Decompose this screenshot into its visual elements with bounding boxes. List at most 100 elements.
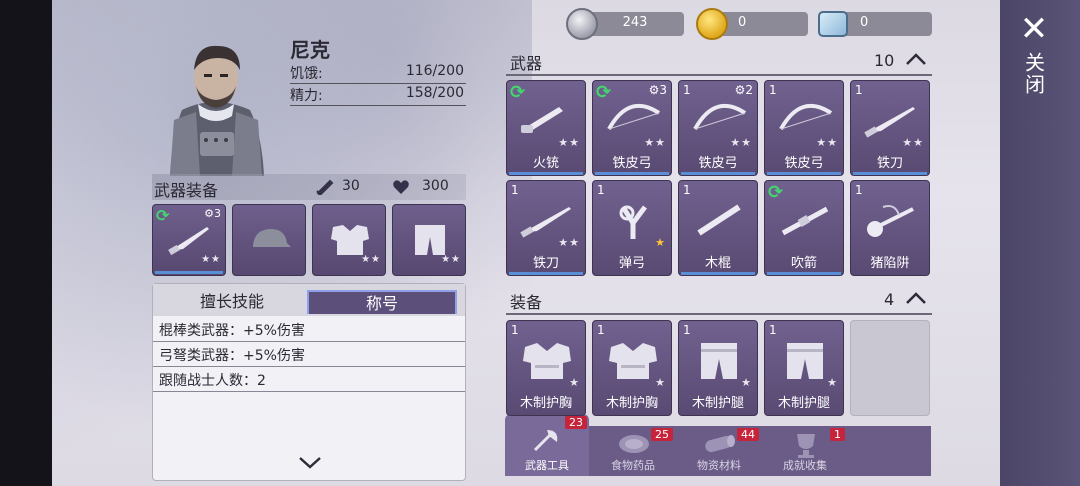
item-card[interactable]: 1 ★ 木制护腿 — [764, 320, 844, 416]
item-card[interactable]: 1 ★★ 铁刀 — [850, 80, 930, 176]
tab-label: 物资材料 — [697, 459, 741, 472]
item-name: 猪陷阱 — [870, 256, 910, 271]
tab-label: 成就收集 — [783, 459, 827, 472]
weapons-title: 武器 — [510, 54, 543, 73]
item-name: 吹箭 — [790, 256, 817, 271]
tab-weapons-tools[interactable]: 23 武器工具 — [505, 414, 589, 476]
rating-stars: ★ — [655, 236, 666, 249]
item-card[interactable]: 1 ★ 木制护胸 — [506, 320, 586, 416]
durability-bar — [509, 172, 583, 175]
equip-slot-head[interactable] — [232, 204, 306, 276]
chevron-up-icon — [906, 53, 927, 65]
stick-icon — [697, 204, 741, 236]
weapons-collapse[interactable]: 10 — [874, 51, 927, 70]
rating-stars: ★★ — [441, 254, 461, 265]
item-card[interactable]: 1 ★ 弹弓 — [592, 180, 672, 276]
rating-stars: ★★ — [730, 136, 752, 149]
durability-bar — [767, 172, 841, 175]
tab-materials[interactable]: 44 物资材料 — [677, 426, 761, 476]
item-name: 铁皮弓 — [698, 156, 738, 171]
equipment-title: 武器装备 — [154, 181, 219, 200]
equip-slot-chest[interactable]: ★★ — [312, 204, 386, 276]
list-item: 棍棒类武器：+5%伤害 — [153, 317, 465, 342]
rating-stars: ★ — [741, 376, 752, 389]
item-card[interactable]: 1 ⚙2 ★★ 铁皮弓 — [678, 80, 758, 176]
silver-currency: 243 — [566, 8, 684, 40]
gold-currency: 0 — [696, 8, 808, 40]
divider — [506, 313, 932, 315]
cap-icon — [253, 229, 291, 247]
item-card[interactable]: ⟳ ⚙3 ★★ 铁皮弓 — [592, 80, 672, 176]
durability-bar — [595, 172, 669, 175]
knife-icon — [168, 227, 209, 256]
item-name: 木棍 — [704, 256, 731, 271]
axe-icon — [533, 430, 558, 452]
list-item: 弓弩类武器：+5%伤害 — [153, 342, 465, 367]
item-name: 铁皮弓 — [784, 156, 824, 171]
energy-value: 158/200 — [405, 85, 464, 101]
item-quantity: 1 — [511, 323, 519, 337]
durability-bar — [853, 172, 927, 175]
close-icon: ✕ — [1019, 9, 1049, 49]
tab-food-medicine[interactable]: 25 食物药品 — [591, 426, 675, 476]
item-name: 木制护胸 — [519, 396, 572, 411]
item-card[interactable]: 1 木棍 — [678, 180, 758, 276]
inventory-screen: 243 0 0 尼克 饥饿: 116/200 精力: 158/200 武器装备 … — [52, 0, 1000, 486]
item-name: 铁皮弓 — [612, 156, 652, 171]
item-card[interactable]: ⟳ ★★ 火铳 — [506, 80, 586, 176]
tab-badge: 25 — [651, 428, 673, 441]
chevron-down-icon[interactable] — [298, 456, 322, 470]
chest-armor-icon — [523, 343, 571, 379]
item-card[interactable]: 1 ★ 木制护腿 — [678, 320, 758, 416]
gear-title: 装备 — [510, 293, 543, 312]
item-card[interactable]: 1 ★★ 铁刀 — [506, 180, 586, 276]
skill-panel: 擅长技能 称号 棍棒类武器：+5%伤害 弓弩类武器：+5%伤害 跟随战士人数：2 — [152, 283, 466, 481]
category-tabs: 23 武器工具 25 食物药品 44 物资材料 1 成就收集 — [505, 414, 931, 476]
log-icon — [705, 435, 735, 453]
divider — [506, 74, 932, 76]
close-button[interactable]: ✕ 关闭 — [1014, 12, 1054, 102]
skill-tabs: 擅长技能 称号 — [153, 284, 465, 316]
ticket-icon — [818, 11, 848, 37]
tab-badge: 44 — [737, 428, 759, 441]
hunger-stat: 饥饿: 116/200 — [290, 62, 466, 84]
hunger-value: 116/200 — [405, 63, 464, 79]
item-quantity: 1 — [683, 183, 691, 197]
chevron-up-icon — [906, 292, 927, 304]
tab-achievements[interactable]: 1 成就收集 — [763, 426, 847, 476]
item-name: 弹弓 — [618, 256, 645, 271]
rating-stars: ★★ — [558, 136, 580, 149]
rating-stars: ★★ — [201, 254, 221, 265]
chest-armor-icon — [331, 225, 369, 255]
item-quantity: 1 — [683, 83, 691, 97]
item-quantity: 1 — [683, 323, 691, 337]
hunger-label: 饥饿: — [290, 66, 323, 82]
close-label: 关闭 — [1021, 52, 1046, 96]
gear-collapse[interactable]: 4 — [884, 290, 927, 309]
equipment-header: 武器装备 30 300 — [152, 174, 466, 200]
leg-armor-icon — [415, 225, 445, 255]
leg-armor-icon — [787, 343, 823, 379]
durability-bar — [509, 272, 583, 275]
equip-slot-weapon[interactable]: ⟳ ⚙3 ★★ — [152, 204, 226, 276]
durability-bar — [155, 271, 223, 274]
tab-titles[interactable]: 称号 — [307, 290, 457, 314]
item-card[interactable]: 1 ★ 木制护胸 — [592, 320, 672, 416]
item-card[interactable]: 1 ★★ 铁皮弓 — [764, 80, 844, 176]
tab-label: 食物药品 — [611, 459, 655, 472]
gold-coin-icon — [696, 8, 728, 40]
tab-skills[interactable]: 擅长技能 — [157, 290, 307, 314]
item-name: 火铳 — [532, 156, 559, 171]
rating-stars: ★★ — [558, 236, 580, 249]
item-card[interactable]: 1 猪陷阱 — [850, 180, 930, 276]
silver-amount: 243 — [622, 15, 648, 30]
rating-stars: ★★ — [644, 136, 666, 149]
item-quantity: 1 — [855, 83, 863, 97]
item-card[interactable]: ⟳ 吹箭 — [764, 180, 844, 276]
item-name: 铁刀 — [876, 156, 903, 171]
tab-badge: 23 — [565, 416, 587, 429]
rating-stars: ★★ — [361, 254, 381, 265]
energy-stat: 精力: 158/200 — [290, 84, 466, 106]
equip-slot-legs[interactable]: ★★ — [392, 204, 466, 276]
character-name: 尼克 — [290, 38, 330, 62]
